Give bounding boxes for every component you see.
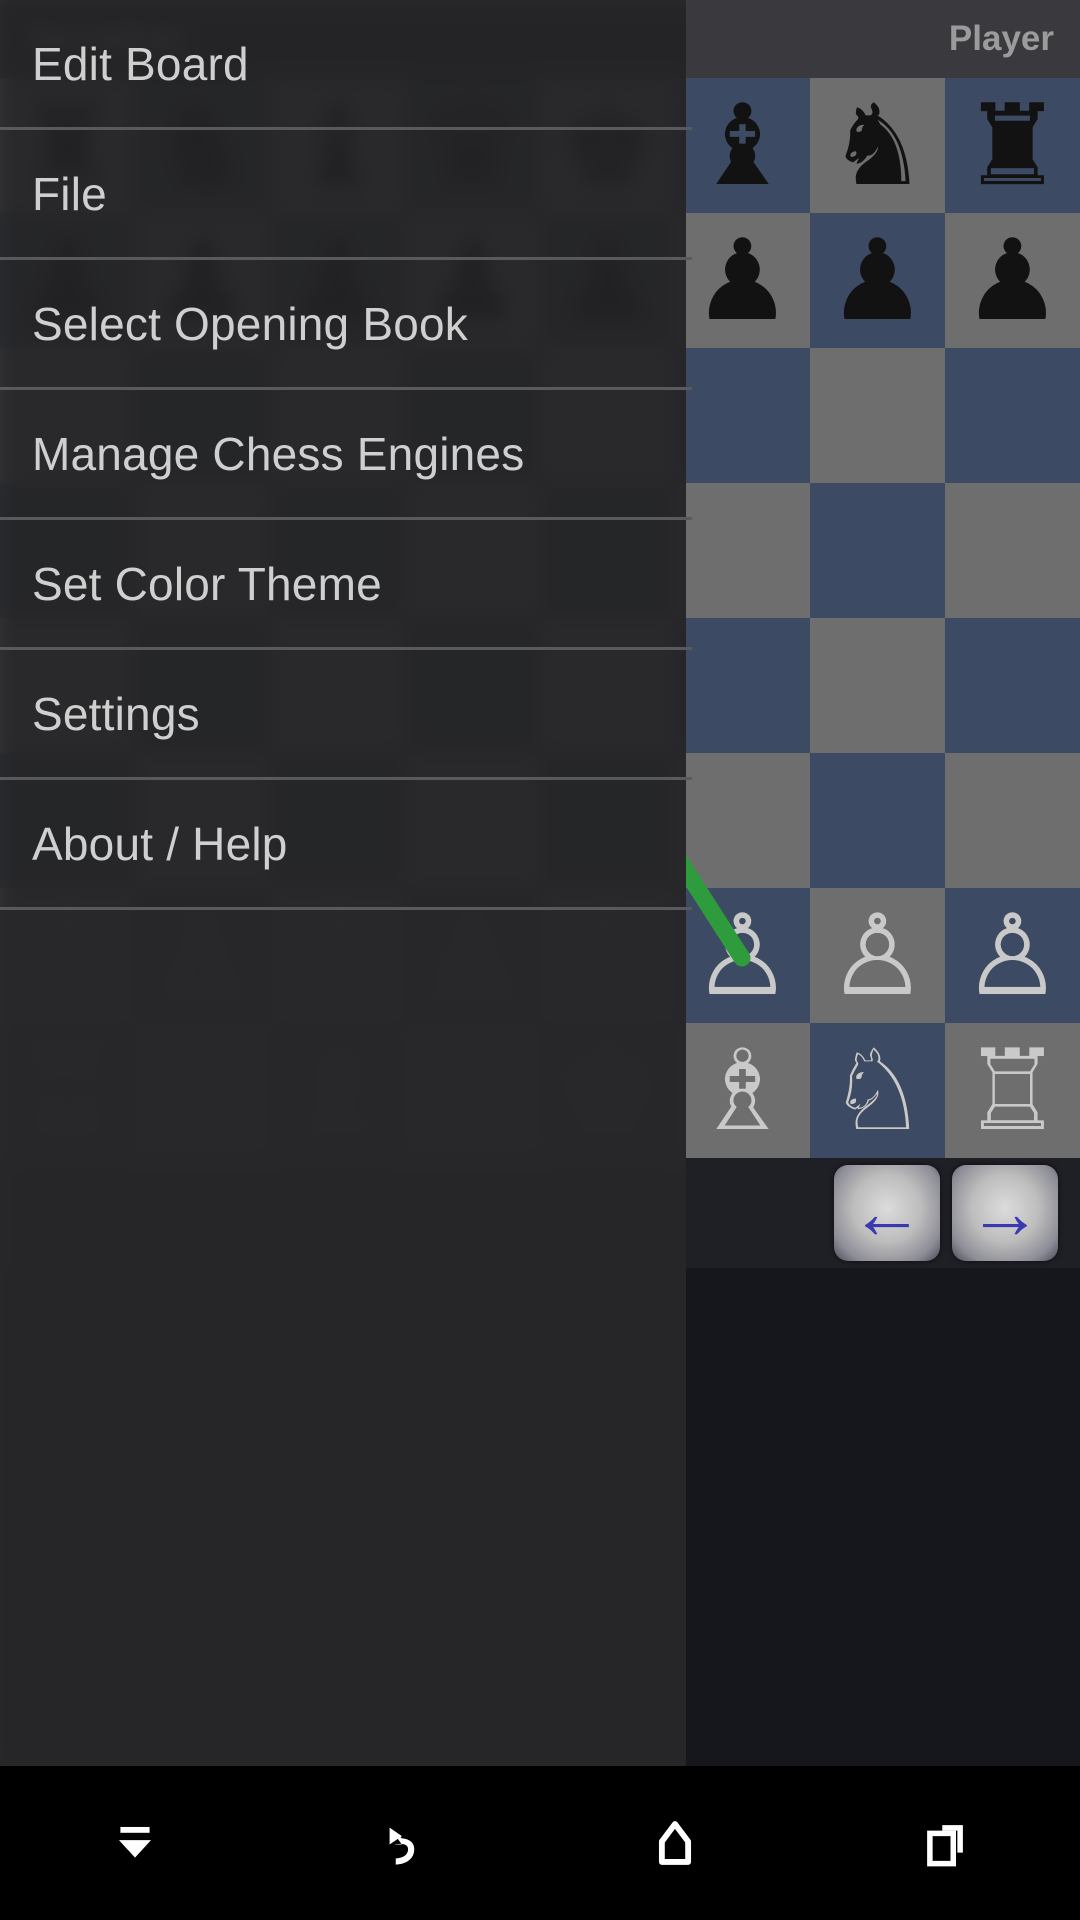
recents-icon — [927, 1825, 963, 1867]
board-square[interactable] — [810, 483, 945, 618]
menu-item-label: About / Help — [32, 817, 288, 870]
home-button[interactable] — [615, 1783, 735, 1903]
board-square[interactable]: ♙ — [945, 888, 1080, 1023]
options-menu-list[interactable]: Edit Board File Select Opening Book Manage … — [0, 0, 692, 910]
menu-item-label: Settings — [32, 687, 200, 740]
chess-piece: ♖ — [962, 1027, 1063, 1153]
chess-piece: ♙ — [692, 892, 793, 1018]
menu-item-set-color-theme[interactable]: Set Color Theme — [0, 520, 686, 647]
menu-item-label: Manage Chess Engines — [32, 427, 525, 480]
chess-piece: ♗ — [692, 1027, 793, 1153]
board-square[interactable] — [675, 348, 810, 483]
move-forward-button[interactable]: → — [952, 1165, 1058, 1261]
header-opponent-label: Player — [948, 19, 1054, 58]
hide-keyboard-button[interactable] — [75, 1783, 195, 1903]
menu-item-select-opening-book[interactable]: Select Opening Book — [0, 260, 686, 387]
chess-piece: ♙ — [962, 892, 1063, 1018]
board-square[interactable] — [945, 618, 1080, 753]
screen: Stockfish Player ♜♞♝♛♚♝♞♜♟♟♟♟♟♟♟♟♙♙♙♙♙♙♙… — [0, 0, 1080, 1920]
home-icon — [658, 1821, 692, 1865]
board-square[interactable]: ♙ — [810, 888, 945, 1023]
menu-item-file[interactable]: File — [0, 130, 686, 257]
chess-piece: ♝ — [692, 82, 793, 208]
board-square[interactable]: ♖ — [945, 1023, 1080, 1158]
chess-piece: ♘ — [827, 1027, 928, 1153]
chess-piece: ♟ — [827, 217, 928, 343]
options-menu-panel[interactable]: Edit Board File Select Opening Book Manage … — [0, 0, 692, 1770]
chevron-down-icon — [118, 1826, 152, 1858]
board-square[interactable]: ♟ — [675, 213, 810, 348]
board-square[interactable]: ♜ — [945, 78, 1080, 213]
board-square[interactable]: ♝ — [675, 78, 810, 213]
android-navigation-bar — [0, 1766, 1080, 1920]
board-square[interactable]: ♞ — [810, 78, 945, 213]
board-square[interactable] — [810, 618, 945, 753]
board-square[interactable]: ♘ — [810, 1023, 945, 1158]
left-arrow-icon: ← — [850, 1171, 924, 1254]
board-square[interactable]: ♟ — [810, 213, 945, 348]
right-arrow-icon: → — [968, 1171, 1042, 1254]
recents-button[interactable] — [885, 1783, 1005, 1903]
board-square[interactable] — [675, 483, 810, 618]
move-back-button[interactable]: ← — [834, 1165, 940, 1261]
chess-piece: ♟ — [692, 217, 793, 343]
chess-piece: ♟ — [962, 217, 1063, 343]
board-square[interactable] — [810, 348, 945, 483]
menu-item-label: Select Opening Book — [32, 297, 468, 350]
board-square[interactable] — [810, 753, 945, 888]
board-square[interactable] — [945, 348, 1080, 483]
board-square[interactable] — [675, 753, 810, 888]
chess-piece: ♞ — [827, 82, 928, 208]
menu-empty-area — [0, 910, 686, 1770]
back-arrow-icon — [389, 1827, 415, 1865]
menu-item-settings[interactable]: Settings — [0, 650, 686, 777]
menu-item-edit-board[interactable]: Edit Board — [0, 0, 686, 127]
board-square[interactable] — [675, 618, 810, 753]
board-square[interactable]: ♗ — [675, 1023, 810, 1158]
chess-piece: ♜ — [962, 82, 1063, 208]
board-square[interactable]: ♟ — [945, 213, 1080, 348]
chess-piece: ♙ — [827, 892, 928, 1018]
menu-item-about-help[interactable]: About / Help — [0, 780, 686, 907]
menu-item-label: File — [32, 167, 107, 220]
board-square[interactable]: ♙ — [675, 888, 810, 1023]
back-button[interactable] — [345, 1783, 465, 1903]
menu-item-manage-chess-engines[interactable]: Manage Chess Engines — [0, 390, 686, 517]
menu-item-label: Set Color Theme — [32, 557, 382, 610]
menu-item-label: Edit Board — [32, 37, 249, 90]
board-square[interactable] — [945, 483, 1080, 618]
board-square[interactable] — [945, 753, 1080, 888]
